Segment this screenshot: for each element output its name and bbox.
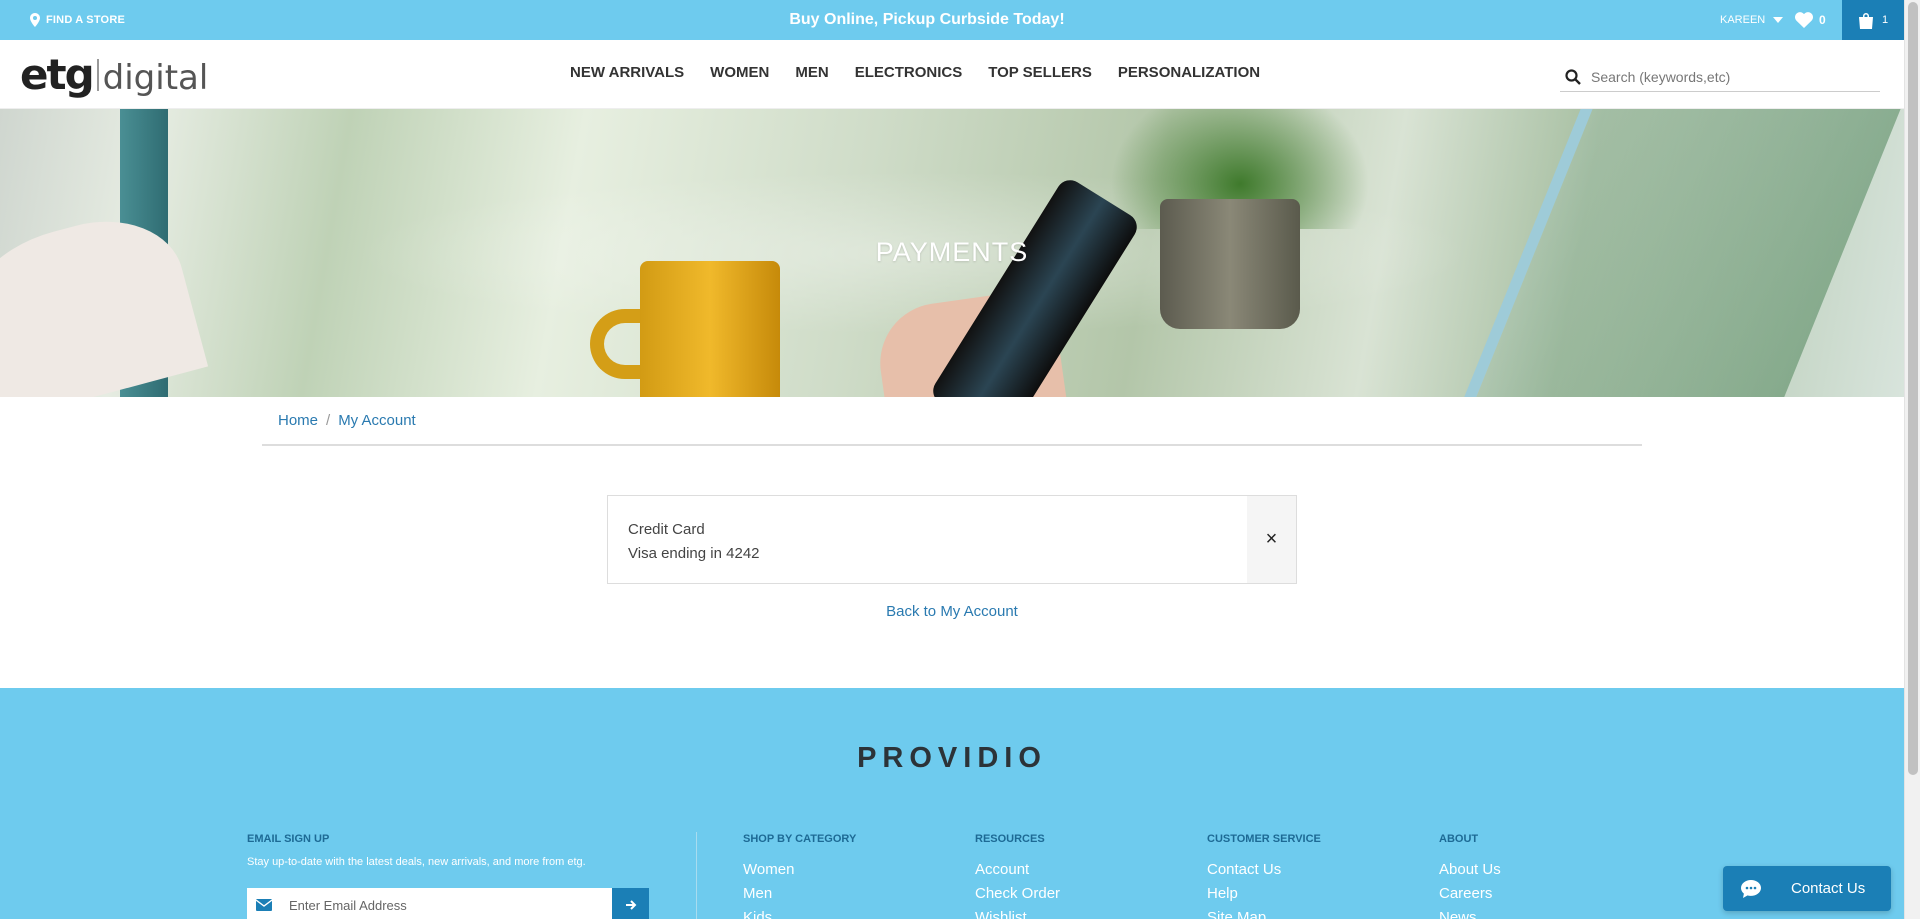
footer-col-resources: Account Check Order Wishlist — [975, 858, 1060, 919]
footer-link-about-us[interactable]: About Us — [1439, 858, 1501, 882]
shopping-bag-icon — [1858, 12, 1873, 29]
footer-link-women[interactable]: Women — [743, 858, 794, 882]
nav-men[interactable]: MEN — [795, 64, 828, 81]
footer-link-news[interactable]: News — [1439, 906, 1501, 919]
cart-button[interactable]: 1 — [1842, 0, 1904, 40]
hero-decoration — [640, 261, 780, 397]
footer-link-account[interactable]: Account — [975, 858, 1060, 882]
footer-link-help[interactable]: Help — [1207, 882, 1281, 906]
footer-link-men[interactable]: Men — [743, 882, 794, 906]
chat-bubble-icon — [1741, 879, 1761, 898]
cart-count: 1 — [1881, 14, 1889, 26]
logo-main-text: etg — [20, 50, 95, 99]
logo-sub-text: digital — [102, 58, 209, 98]
breadcrumb-separator: / — [326, 412, 331, 429]
page-scrollbar[interactable] — [1904, 0, 1920, 919]
saved-payment-card: Credit Card Visa ending in 4242 × — [607, 495, 1297, 584]
breadcrumb: Home / My Account — [262, 397, 1642, 446]
footer-col-customer-service: Contact Us Help Site Map — [1207, 858, 1281, 919]
top-promo-bar: FIND A STORE Buy Online, Pickup Curbside… — [0, 0, 1904, 40]
footer-link-check-order[interactable]: Check Order — [975, 882, 1060, 906]
breadcrumb-home[interactable]: Home — [278, 412, 318, 429]
account-username: KAREEN — [1720, 14, 1766, 26]
footer-divider — [696, 832, 697, 919]
footer-col-heading-resources: RESOURCES — [975, 833, 1045, 845]
payment-info: Credit Card Visa ending in 4242 — [628, 518, 760, 566]
heart-icon — [1795, 12, 1813, 28]
nav-top-sellers[interactable]: TOP SELLERS — [988, 64, 1092, 81]
remove-payment-button[interactable]: × — [1247, 496, 1296, 583]
site-footer: PROVIDIO EMAIL SIGN UP Stay up-to-date w… — [0, 688, 1904, 919]
footer-col-heading-customer-service: CUSTOMER SERVICE — [1207, 833, 1321, 845]
email-signup-form — [247, 888, 649, 919]
payment-description: Visa ending in 4242 — [628, 545, 760, 562]
email-signup-heading: EMAIL SIGN UP — [247, 833, 330, 845]
site-logo[interactable]: etg digital — [20, 50, 208, 99]
footer-brand: PROVIDIO — [857, 742, 1047, 774]
footer-col-about: About Us Careers News — [1439, 858, 1501, 919]
scrollbar-thumb[interactable] — [1908, 2, 1918, 775]
nav-women[interactable]: WOMEN — [710, 64, 769, 81]
site-header: etg digital NEW ARRIVALS WOMEN MEN ELECT… — [0, 40, 1904, 109]
mail-icon — [247, 899, 281, 911]
nav-electronics[interactable]: ELECTRONICS — [855, 64, 963, 81]
hero-decoration — [0, 202, 209, 397]
account-menu[interactable]: KAREEN — [1720, 14, 1784, 26]
email-input[interactable] — [289, 897, 599, 913]
nav-new-arrivals[interactable]: NEW ARRIVALS — [570, 64, 684, 81]
arrow-right-icon — [625, 900, 636, 910]
footer-link-kids[interactable]: Kids — [743, 906, 794, 919]
footer-col-shop: Women Men Kids — [743, 858, 794, 919]
search-input[interactable] — [1591, 68, 1871, 85]
wishlist-count: 0 — [1819, 13, 1826, 27]
footer-link-wishlist[interactable]: Wishlist — [975, 906, 1060, 919]
chat-widget-label: Contact Us — [1791, 880, 1866, 897]
chat-widget-button[interactable]: Contact Us — [1723, 866, 1891, 911]
breadcrumb-my-account[interactable]: My Account — [338, 412, 416, 429]
chevron-down-icon — [1773, 17, 1784, 23]
wishlist-button[interactable]: 0 — [1795, 12, 1826, 28]
main-nav: NEW ARRIVALS WOMEN MEN ELECTRONICS TOP S… — [570, 64, 1260, 81]
email-signup-text: Stay up-to-date with the latest deals, n… — [247, 856, 586, 868]
payment-type: Credit Card — [628, 521, 705, 538]
footer-link-site-map[interactable]: Site Map — [1207, 906, 1281, 919]
search-icon[interactable] — [1565, 68, 1581, 85]
footer-link-contact-us[interactable]: Contact Us — [1207, 858, 1281, 882]
back-to-account-link[interactable]: Back to My Account — [0, 603, 1904, 620]
hero-decoration — [927, 174, 1143, 397]
footer-link-careers[interactable]: Careers — [1439, 882, 1501, 906]
logo-divider — [96, 58, 99, 91]
email-submit-button[interactable] — [612, 888, 649, 919]
footer-col-heading-shop: SHOP BY CATEGORY — [743, 833, 857, 845]
close-icon: × — [1265, 528, 1278, 550]
footer-col-heading-about: ABOUT — [1439, 833, 1479, 845]
nav-personalization[interactable]: PERSONALIZATION — [1118, 64, 1260, 81]
page-title: PAYMENTS — [875, 237, 1029, 267]
search-bar — [1560, 62, 1880, 92]
promo-message: Buy Online, Pickup Curbside Today! — [789, 11, 1065, 28]
